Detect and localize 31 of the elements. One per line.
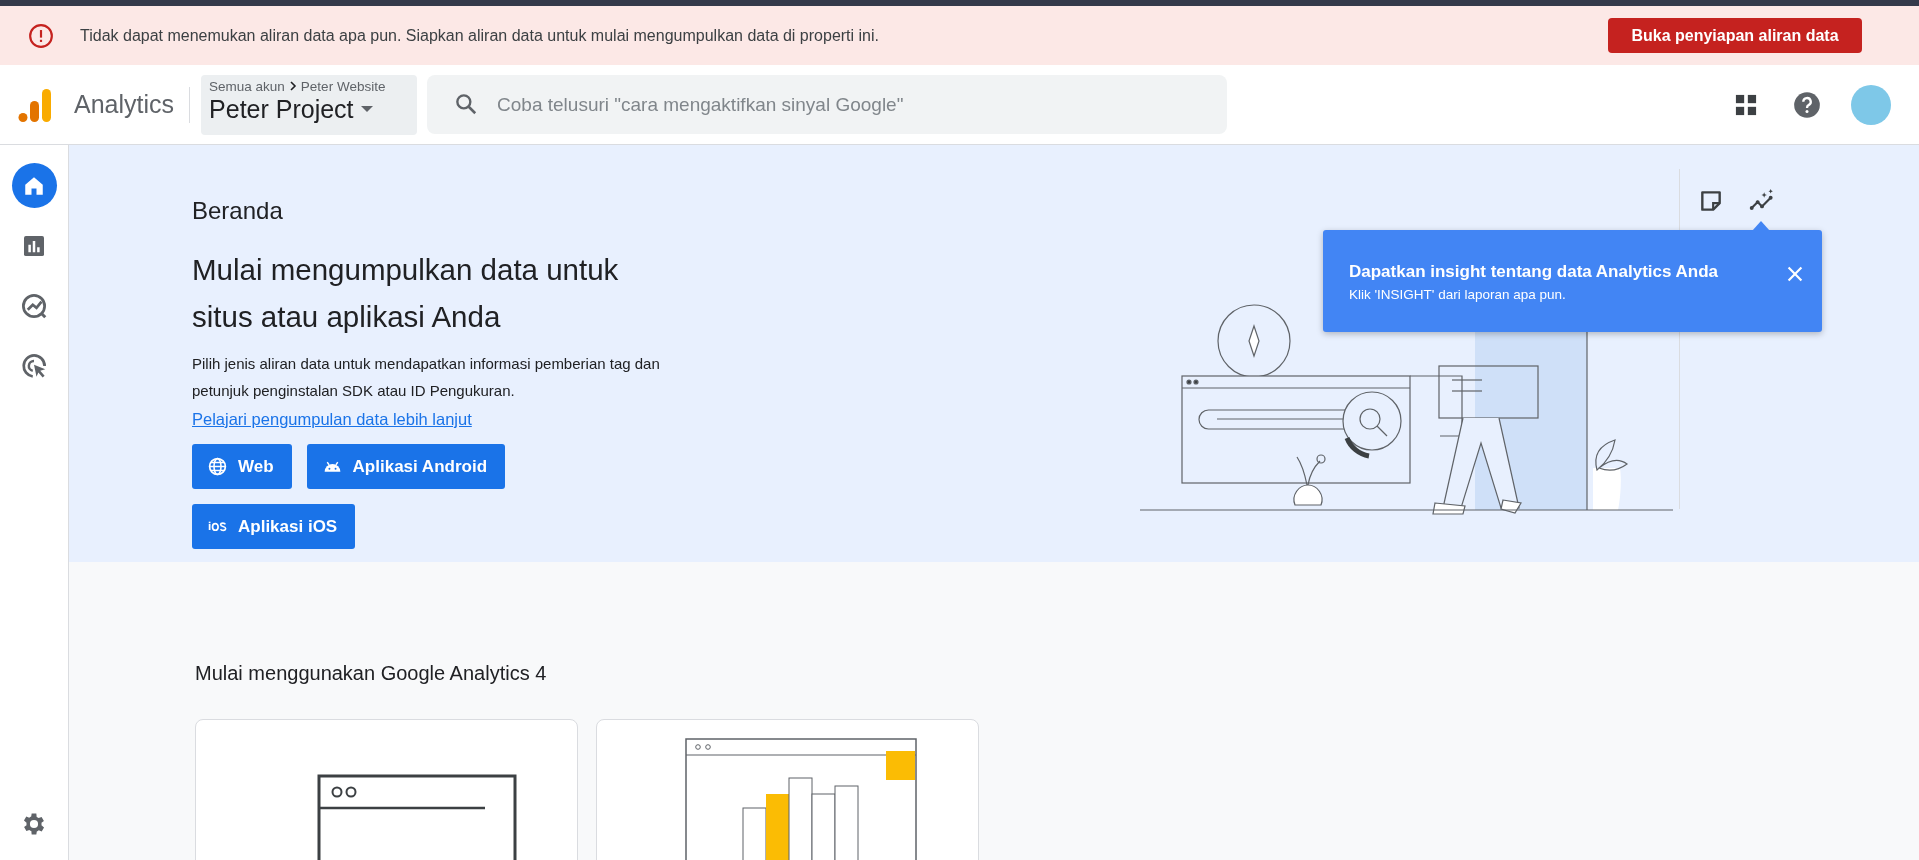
setup-card[interactable] bbox=[195, 719, 578, 860]
web-icon bbox=[207, 456, 228, 477]
error-icon bbox=[28, 22, 54, 49]
product-name: Analytics bbox=[74, 90, 175, 119]
dropdown-caret-icon bbox=[359, 105, 374, 113]
tooltip-text: Klik 'INSIGHT' dari laporan apa pun. bbox=[1349, 287, 1567, 302]
section-heading: Mulai menggunakan Google Analytics 4 bbox=[195, 662, 548, 685]
property-name: Peter Project bbox=[209, 94, 354, 124]
analytics-logo-icon bbox=[18, 86, 52, 123]
breadcrumb-item: Semua akun bbox=[209, 78, 285, 94]
hero-heading: Mulai mengumpulkan data untuk situs atau aplikasi Anda bbox=[192, 252, 620, 335]
tooltip-title: Dapatkan insight tentang data Analytics Anda bbox=[1349, 262, 1720, 282]
setup-data-stream-button[interactable]: Buka penyiapan aliran data bbox=[1608, 18, 1862, 53]
apps-grid-icon[interactable] bbox=[1735, 93, 1757, 116]
alert-message: Tidak dapat menemukan aliran data apa pun. Siapkan aliran data untuk mulai mengumpulkan data di properti ini. bbox=[80, 26, 880, 45]
chart-bar bbox=[742, 807, 766, 860]
chart-bar bbox=[765, 794, 789, 860]
page-title: Beranda bbox=[192, 197, 284, 225]
note-icon[interactable] bbox=[1698, 188, 1724, 214]
home-nav-item[interactable] bbox=[11, 163, 57, 208]
android-stream-button[interactable]: Aplikasi Android bbox=[306, 444, 506, 489]
learn-more-link[interactable]: Pelajari pengumpulan data lebih lanjut bbox=[192, 410, 472, 429]
search-field[interactable]: Coba telusuri "cara mengaktifkan sinyal Google" bbox=[427, 75, 1228, 134]
account-picker[interactable]: Semua akun Peter Website Peter Project bbox=[201, 74, 418, 135]
ios-stream-button[interactable]: Aplikasi iOS bbox=[192, 504, 356, 549]
breadcrumb-item: Peter Website bbox=[300, 78, 386, 94]
hero-description: Pilih jenis aliran data untuk mendapatkan informasi pemberian tag dan petunjuk penginstalan SDK atau ID Pengukuran. bbox=[192, 354, 661, 401]
reports-card[interactable] bbox=[596, 719, 979, 860]
web-stream-button[interactable]: Web bbox=[192, 444, 292, 489]
help-icon[interactable] bbox=[1793, 90, 1821, 119]
chart-bar bbox=[811, 793, 835, 860]
